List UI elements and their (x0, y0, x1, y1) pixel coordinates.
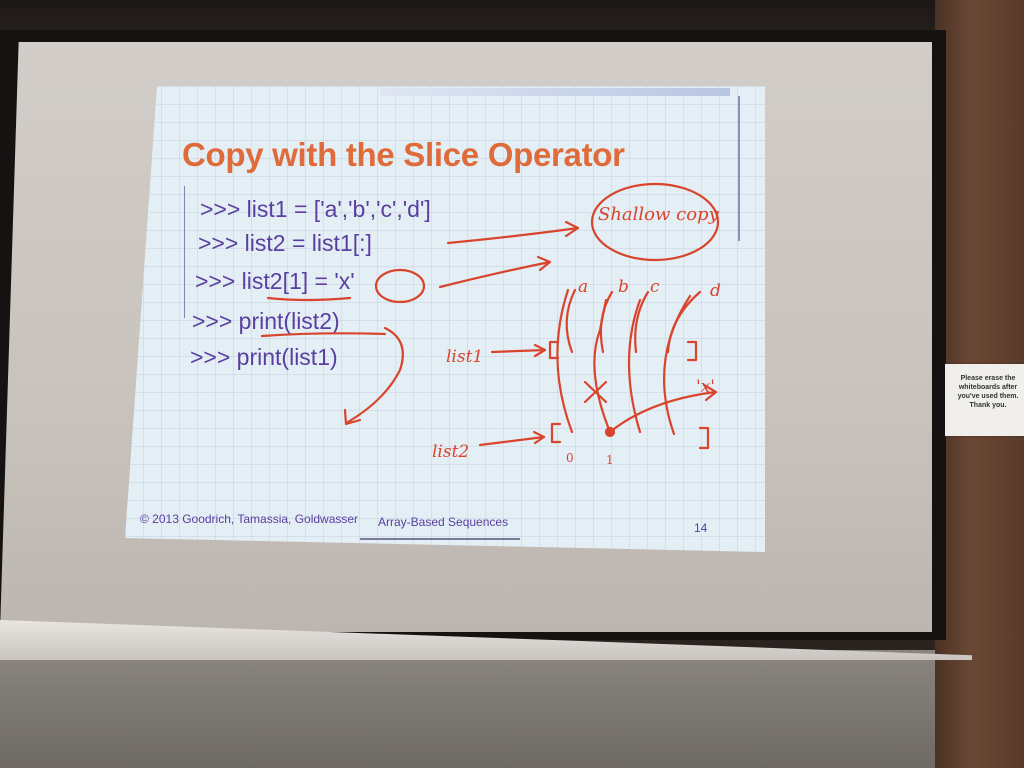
element-c: c (650, 277, 660, 297)
list2-ref-d (662, 294, 692, 436)
list2-close-bracket (698, 426, 710, 450)
list1-label: list1 (446, 347, 483, 367)
list1-ref-a (565, 288, 577, 354)
list2-ref-a (556, 288, 574, 434)
list2-ref-x (608, 390, 718, 434)
index-1-label: 1 (606, 453, 614, 467)
underline-print (260, 332, 387, 338)
underline-list2-index (266, 296, 352, 302)
list2-ref-b-old (593, 298, 612, 434)
element-b: b (618, 277, 629, 297)
circle-x (374, 268, 426, 304)
wall-sign: Please erase the whiteboards after you'v… (945, 364, 1024, 436)
index-0-label: 0 (566, 451, 574, 465)
list1-ref-c (634, 290, 650, 354)
shallow-copy-label: Shallow copy (598, 204, 720, 225)
print-arrow (346, 326, 404, 424)
list2-ref-c (627, 298, 642, 434)
arrow-line3-to-label (438, 260, 552, 289)
list2-open-bracket (550, 422, 562, 444)
arrow-line2-to-label (446, 226, 580, 245)
element-a: a (578, 277, 588, 297)
list2-label: list2 (432, 442, 469, 462)
list1-arrow (490, 348, 547, 354)
element-d: d (710, 281, 721, 301)
handwritten-annotations: Shallow copy list1 list2 a b c d 'x' 0 1 (260, 182, 721, 467)
list1-close-bracket (686, 340, 698, 362)
wall-sign-text: Please erase the whiteboards after you'v… (957, 375, 1019, 409)
list2-index1-dot (604, 426, 616, 438)
